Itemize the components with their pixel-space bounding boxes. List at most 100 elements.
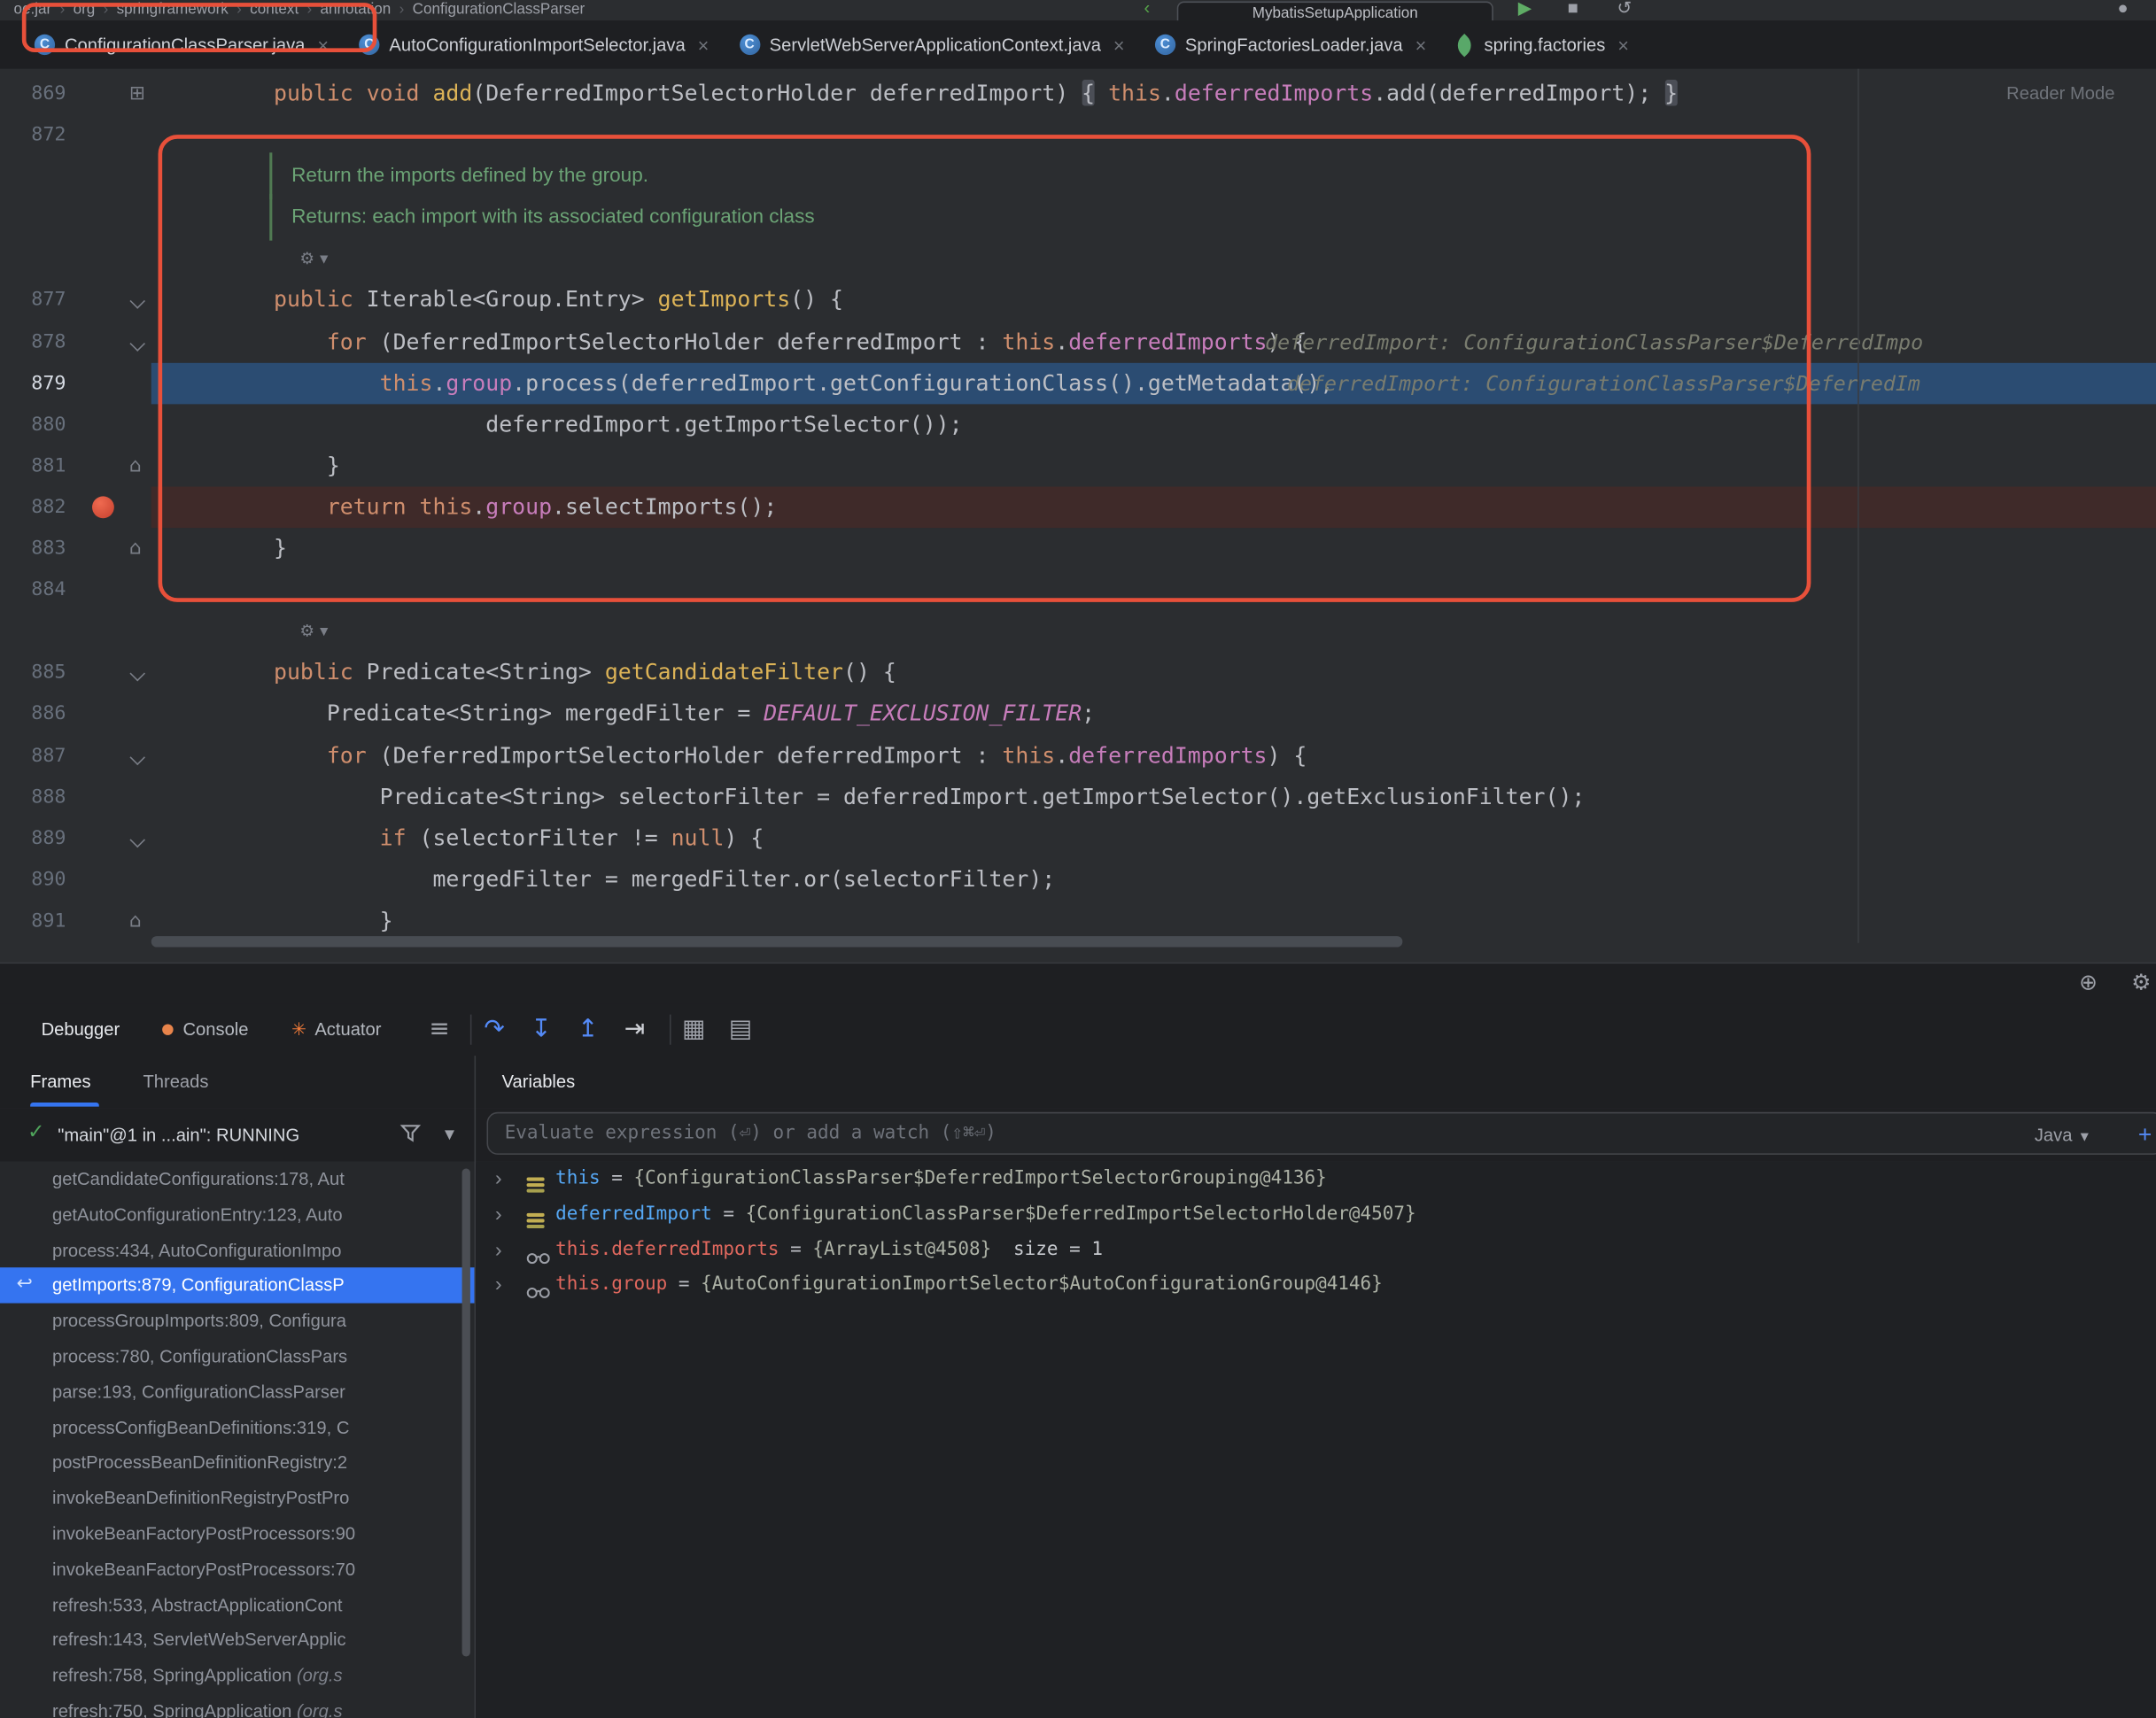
close-tab-icon[interactable]: × xyxy=(698,34,710,56)
search-icon[interactable]: ● xyxy=(2118,0,2129,18)
reader-mode-label[interactable]: Reader Mode xyxy=(2006,82,2114,103)
back-arrow-icon[interactable]: ‹ xyxy=(1144,0,1151,18)
stack-frame-row[interactable]: refresh:143, ServletWebServerApplic xyxy=(0,1622,475,1658)
fold-chevron-icon[interactable] xyxy=(129,336,145,352)
breadcrumb-item[interactable]: annotation xyxy=(321,2,392,19)
stack-frame-row[interactable]: getCandidateConfigurations:178, Aut xyxy=(0,1162,475,1197)
add-watch-icon[interactable]: + xyxy=(2138,1113,2152,1156)
code-line[interactable]: public void add(DeferredImportSelectorHo… xyxy=(151,73,2156,114)
code-line[interactable]: } xyxy=(151,528,2156,569)
fold-end-icon[interactable]: ⌂ xyxy=(129,445,142,487)
editor-tab[interactable]: CAutoConfigurationImportSelector.java× xyxy=(344,20,724,68)
expand-chevron-icon[interactable]: › xyxy=(495,1268,502,1304)
threads-view-icon[interactable]: ≡ xyxy=(429,1003,449,1056)
stack-frame-row[interactable]: postProcessBeanDefinitionRegistry:2 xyxy=(0,1445,475,1481)
stack-frame-row[interactable]: processConfigBeanDefinitions:319, C xyxy=(0,1410,475,1445)
breadcrumb[interactable]: oe.jar›org›springframework›context›annot… xyxy=(14,0,586,20)
stack-frame-row[interactable]: ↩getImports:879, ConfigurationClassP xyxy=(0,1268,475,1304)
stack-frame-row[interactable]: refresh:533, AbstractApplicationCont xyxy=(0,1587,475,1622)
tab-threads[interactable]: Threads xyxy=(143,1056,208,1106)
filter-funnel-icon[interactable] xyxy=(400,1123,421,1143)
fold-chevron-icon[interactable] xyxy=(129,749,145,765)
rerun-icon[interactable]: ↺ xyxy=(1617,0,1633,19)
frames-scrollbar[interactable] xyxy=(462,1168,470,1656)
stack-frame-row[interactable]: process:780, ConfigurationClassPars xyxy=(0,1339,475,1374)
stop-icon[interactable]: ■ xyxy=(1568,0,1578,18)
code-line[interactable]: public Iterable<Group.Entry> getImports(… xyxy=(151,280,2156,321)
language-selector[interactable]: Java▼ xyxy=(2035,1113,2091,1156)
settings-gear-icon[interactable]: ⚙ xyxy=(2131,969,2151,994)
expand-chevron-icon[interactable]: › xyxy=(495,1197,502,1233)
code-line[interactable] xyxy=(151,569,2156,611)
close-tab-icon[interactable]: × xyxy=(1415,34,1427,56)
tab-actuator[interactable]: ✳Actuator xyxy=(291,1003,381,1056)
step-over-icon[interactable]: ↷ xyxy=(484,1003,504,1056)
code-line[interactable]: if (selectorFilter != null) { xyxy=(151,817,2156,859)
code-editor[interactable]: 869⊞ public void add(DeferredImportSelec… xyxy=(0,69,2156,963)
stack-frame-row[interactable]: refresh:750, SpringApplication (org.s xyxy=(0,1693,475,1718)
stack-frame-row[interactable]: parse:193, ConfigurationClassParser xyxy=(0,1374,475,1410)
close-tab-icon[interactable]: × xyxy=(1113,34,1125,56)
view-grid-icon[interactable]: ▦ xyxy=(682,1003,705,1056)
stack-frame-row[interactable]: invokeBeanDefinitionRegistryPostPro xyxy=(0,1481,475,1516)
stack-frame-row[interactable]: processGroupImports:809, Configura xyxy=(0,1304,475,1339)
run-configuration-selector[interactable]: MybatisSetupApplication xyxy=(1177,2,1493,21)
breadcrumb-item[interactable]: ConfigurationClassParser xyxy=(413,2,586,19)
breadcrumb-item[interactable]: oe.jar xyxy=(14,2,52,19)
breadcrumb-item[interactable]: org xyxy=(74,2,96,19)
expand-chevron-icon[interactable]: › xyxy=(495,1233,502,1268)
tab-frames[interactable]: Frames xyxy=(30,1056,90,1106)
code-line[interactable]: return this.group.selectImports(); xyxy=(151,486,2156,528)
step-into-icon[interactable]: ↧ xyxy=(531,1003,551,1056)
thread-status[interactable]: "main"@1 in ...ain": RUNNING xyxy=(58,1108,299,1162)
fold-expand-icon[interactable]: ⊞ xyxy=(129,73,145,114)
code-line[interactable] xyxy=(151,114,2156,156)
stack-frame-row[interactable]: invokeBeanFactoryPostProcessors:70 xyxy=(0,1552,475,1587)
fold-end-icon[interactable]: ⌂ xyxy=(129,901,142,942)
close-tab-icon[interactable]: × xyxy=(317,34,329,56)
fold-chevron-icon[interactable] xyxy=(129,294,145,310)
layout-settings-icon[interactable]: ▤ xyxy=(729,1003,752,1056)
doc-render-gear-icon[interactable]: ⚙ ▾ xyxy=(299,238,328,280)
evaluate-expression-bar[interactable]: Evaluate expression (⏎) or add a watch (… xyxy=(487,1112,2156,1155)
stack-frame-row[interactable]: refresh:758, SpringApplication (org.s xyxy=(0,1658,475,1693)
tab-debugger[interactable]: Debugger xyxy=(42,1003,120,1056)
fold-chevron-icon[interactable] xyxy=(129,832,145,847)
breakpoint-icon[interactable] xyxy=(92,496,114,518)
doc-render-gear-icon[interactable]: ⚙ ▾ xyxy=(299,611,328,653)
step-out-icon[interactable]: ↥ xyxy=(578,1003,598,1056)
stack-frame-row[interactable]: process:434, AutoConfigurationImpo xyxy=(0,1233,475,1268)
tab-variables[interactable]: Variables xyxy=(502,1056,576,1106)
variable-row[interactable]: ›this.deferredImports = {ArrayList@4508}… xyxy=(476,1233,2156,1268)
frames-list[interactable]: getCandidateConfigurations:178, AutgetAu… xyxy=(0,1162,475,1718)
stack-frame-row[interactable]: invokeBeanFactoryPostProcessors:90 xyxy=(0,1516,475,1552)
close-tab-icon[interactable]: × xyxy=(1617,34,1629,56)
variables-panel[interactable]: ›this = {ConfigurationClassParser$Deferr… xyxy=(476,1162,2156,1718)
fold-chevron-icon[interactable] xyxy=(129,666,145,682)
editor-horizontal-scrollbar[interactable] xyxy=(151,936,1403,947)
editor-tab[interactable]: CSpringFactoriesLoader.java× xyxy=(1140,20,1442,68)
variable-row[interactable]: ›this = {ConfigurationClassParser$Deferr… xyxy=(476,1162,2156,1197)
fold-end-icon[interactable]: ⌂ xyxy=(129,528,142,569)
expand-chevron-icon[interactable]: › xyxy=(495,1162,502,1197)
target-icon[interactable]: ⊕ xyxy=(2079,969,2098,994)
editor-tab[interactable]: spring.factories× xyxy=(1441,20,1644,68)
editor-tab[interactable]: CServletWebServerApplicationContext.java… xyxy=(724,20,1139,68)
stack-frame-row[interactable]: getAutoConfigurationEntry:123, Auto xyxy=(0,1197,475,1233)
run-to-cursor-icon[interactable]: ⇥ xyxy=(624,1003,645,1056)
code-line[interactable]: Predicate<String> mergedFilter = DEFAULT… xyxy=(151,693,2156,735)
breadcrumb-item[interactable]: springframework xyxy=(117,2,229,19)
code-line[interactable]: public Predicate<String> getCandidateFil… xyxy=(151,652,2156,693)
code-line[interactable]: deferredImport.getImportSelector()); xyxy=(151,404,2156,445)
editor-tab[interactable]: CConfigurationClassParser.java× xyxy=(19,20,344,68)
breadcrumb-item[interactable]: context xyxy=(250,2,299,19)
thread-dropdown-chevron-icon[interactable]: ▼ xyxy=(441,1108,457,1162)
variable-row[interactable]: ›this.group = {AutoConfigurationImportSe… xyxy=(476,1268,2156,1304)
tab-console[interactable]: Console xyxy=(162,1003,248,1056)
code-line[interactable]: mergedFilter = mergedFilter.or(selectorF… xyxy=(151,859,2156,901)
code-line[interactable]: Predicate<String> selectorFilter = defer… xyxy=(151,776,2156,817)
variable-row[interactable]: ›deferredImport = {ConfigurationClassPar… xyxy=(476,1197,2156,1233)
code-line[interactable]: } xyxy=(151,445,2156,487)
run-icon[interactable]: ▶ xyxy=(1518,0,1532,19)
code-line[interactable]: for (DeferredImportSelectorHolder deferr… xyxy=(151,735,2156,777)
